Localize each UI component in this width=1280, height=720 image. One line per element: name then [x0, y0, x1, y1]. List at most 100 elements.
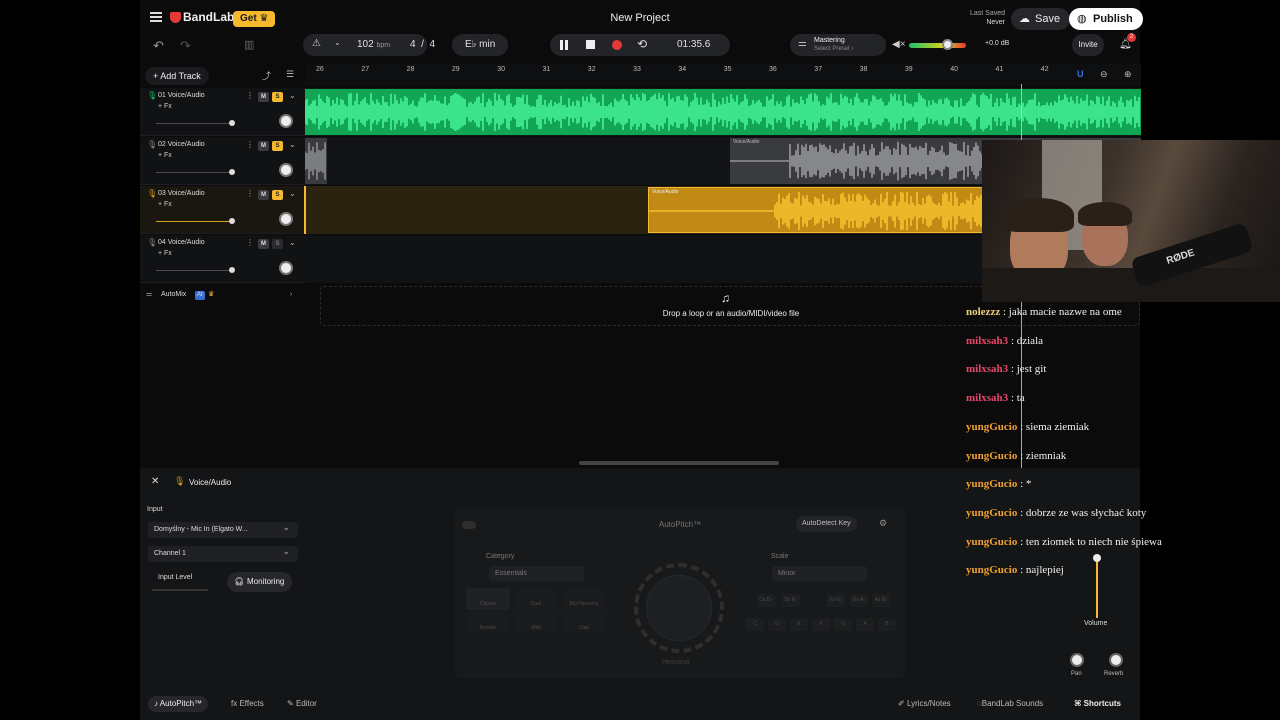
chevron-down-icon[interactable]: ⌄ [289, 91, 296, 100]
volume-thumb[interactable] [229, 267, 235, 273]
add-fx-button[interactable]: + Fx [158, 250, 172, 257]
add-track-button[interactable]: + Add Track [145, 67, 209, 85]
track-header-1[interactable]: 🎙︎ 01 Voice/Audio ⋮ M S ⌄ + Fx [140, 88, 305, 136]
track-volume-slider[interactable] [156, 221, 232, 222]
track-name[interactable]: 03 Voice/Audio [158, 190, 205, 197]
metronome-icon[interactable]: ⚠ [312, 38, 321, 49]
timeline-ruler[interactable]: 26 27 28 29 30 31 32 33 34 35 36 37 38 39 40 41 42 [305, 64, 1141, 86]
volume-thumb[interactable] [229, 120, 235, 126]
audio-clip[interactable] [305, 89, 1141, 135]
mute-button[interactable]: M [258, 190, 269, 200]
stop-icon[interactable] [586, 40, 595, 49]
tab-editor[interactable]: ✎ Editor [281, 696, 323, 712]
track-lane-1[interactable] [305, 88, 1141, 136]
scale-select[interactable]: Minor [772, 566, 867, 581]
piano-icon[interactable]: ▥ [244, 38, 254, 51]
track-options-icon[interactable]: ☰ [286, 69, 294, 80]
reverb-knob[interactable] [1109, 653, 1123, 667]
more-icon[interactable]: ⋮ [246, 238, 254, 247]
pan-knob[interactable] [279, 261, 293, 275]
track-header-4[interactable]: 🎙︎ 04 Voice/Audio ⋮ M S ⌄ + Fx [140, 235, 305, 283]
tuning-icon[interactable]: ⤴ [262, 69, 271, 82]
close-icon[interactable]: ✕ [151, 476, 159, 487]
pan-knob[interactable] [279, 212, 293, 226]
channel-select[interactable]: Channel 1 [148, 543, 298, 562]
pause-icon[interactable] [560, 40, 568, 50]
key-button[interactable]: G [834, 618, 852, 631]
mastering-button[interactable]: ⚌ Mastering Select Preset › [790, 34, 886, 56]
autopitch-knob[interactable] [646, 575, 712, 641]
redo-icon[interactable]: ↷ [180, 38, 191, 54]
effect-button[interactable]: Wild [514, 612, 558, 634]
key-button[interactable]: A♯ B♭ [872, 594, 890, 607]
tab-shortcuts[interactable]: ⌘ Shortcuts [1068, 696, 1127, 712]
horizontal-scrollbar[interactable] [579, 461, 779, 465]
key-button[interactable]: G♯ A♭ [850, 594, 868, 607]
save-button[interactable]: ☁ Save [1011, 8, 1071, 30]
track-header-3[interactable]: 🎙︎ 03 Voice/Audio ⋮ M S ⌄ + Fx [140, 186, 305, 234]
effect-button[interactable]: Clap [562, 612, 606, 634]
tab-lyrics[interactable]: ✐ Lyrics/Notes [892, 696, 957, 712]
more-icon[interactable]: ⋮ [246, 91, 254, 100]
key-button[interactable]: B [878, 618, 896, 631]
key-button[interactable]: E [790, 618, 808, 631]
undo-icon[interactable]: ↶ [153, 38, 164, 54]
chevron-down-icon[interactable]: ⌄ [289, 238, 296, 247]
track-volume-slider[interactable] [156, 172, 232, 173]
tab-autopitch[interactable]: ♪ AutoPitch™ [148, 696, 209, 712]
pan-knob[interactable] [279, 114, 293, 128]
settings-sliders-icon[interactable]: ⚙ [879, 518, 887, 529]
key-selector[interactable]: E♭ min [452, 34, 508, 56]
zoom-out-icon[interactable]: ⊖ [1100, 69, 1108, 80]
solo-button[interactable]: S [272, 190, 283, 200]
chevron-down-icon[interactable]: ⌄ [289, 189, 296, 198]
zoom-in-icon[interactable]: ⊕ [1124, 69, 1132, 80]
loop-icon[interactable]: ⟲ [637, 37, 647, 51]
key-button[interactable]: D [768, 618, 786, 631]
magnet-icon[interactable]: U [1077, 69, 1084, 79]
pan-knob-main[interactable] [1070, 653, 1084, 667]
track-name[interactable]: 01 Voice/Audio [158, 92, 205, 99]
track-volume-slider[interactable] [156, 123, 232, 124]
more-icon[interactable]: ⋮ [246, 189, 254, 198]
mute-button[interactable]: M [258, 239, 269, 249]
key-button[interactable]: C [746, 618, 764, 631]
track-header-2[interactable]: 🎙︎ 02 Voice/Audio ⋮ M S ⌄ + Fx [140, 137, 305, 185]
mute-button[interactable]: M [258, 92, 269, 102]
record-icon[interactable] [612, 40, 622, 50]
invite-button[interactable]: Invite [1072, 34, 1104, 56]
bpm-value[interactable]: 102 bpm [357, 34, 390, 57]
input-device-select[interactable]: Domyślny - Mic In (Elgato W... [148, 519, 298, 538]
category-select[interactable]: Essentials [489, 566, 584, 581]
effect-button[interactable]: Classic [466, 588, 510, 610]
volume-thumb[interactable] [229, 169, 235, 175]
tab-effects[interactable]: fx Effects [225, 696, 270, 712]
track-volume-slider[interactable] [156, 270, 232, 271]
master-volume-thumb[interactable] [942, 39, 953, 50]
audio-clip[interactable] [305, 138, 327, 184]
key-button[interactable]: F [812, 618, 830, 631]
mute-button[interactable]: M [258, 141, 269, 151]
key-button[interactable]: D♯ E♭ [782, 594, 800, 607]
chevron-down-icon[interactable]: ⌄ [289, 140, 296, 149]
tab-bandlab-sounds[interactable]: ◌BandLab Sounds [971, 696, 1049, 712]
time-signature[interactable]: 4 / 4 [410, 34, 435, 56]
monitoring-button[interactable]: 🎧︎ Monitoring [227, 572, 293, 592]
track-name[interactable]: 02 Voice/Audio [158, 141, 205, 148]
publish-button[interactable]: ◍ Publish [1069, 8, 1143, 30]
solo-button[interactable]: S [272, 141, 283, 151]
add-fx-button[interactable]: + Fx [158, 201, 172, 208]
pan-knob[interactable] [279, 163, 293, 177]
autodetect-key-button[interactable]: AutoDetect Key [796, 516, 857, 532]
volume-thumb[interactable] [229, 218, 235, 224]
effect-button[interactable]: Duet [514, 588, 558, 610]
solo-button[interactable]: S [272, 239, 283, 249]
add-fx-button[interactable]: + Fx [158, 103, 172, 110]
track-name[interactable]: 04 Voice/Audio [158, 239, 205, 246]
key-button[interactable]: F♯ G♭ [827, 594, 845, 607]
effect-button[interactable]: Robotic [466, 612, 510, 634]
speaker-mute-icon[interactable]: ◀× [892, 39, 906, 50]
key-button[interactable]: C♯ D♭ [757, 594, 775, 607]
add-fx-button[interactable]: + Fx [158, 152, 172, 159]
solo-button[interactable]: S [272, 92, 283, 102]
